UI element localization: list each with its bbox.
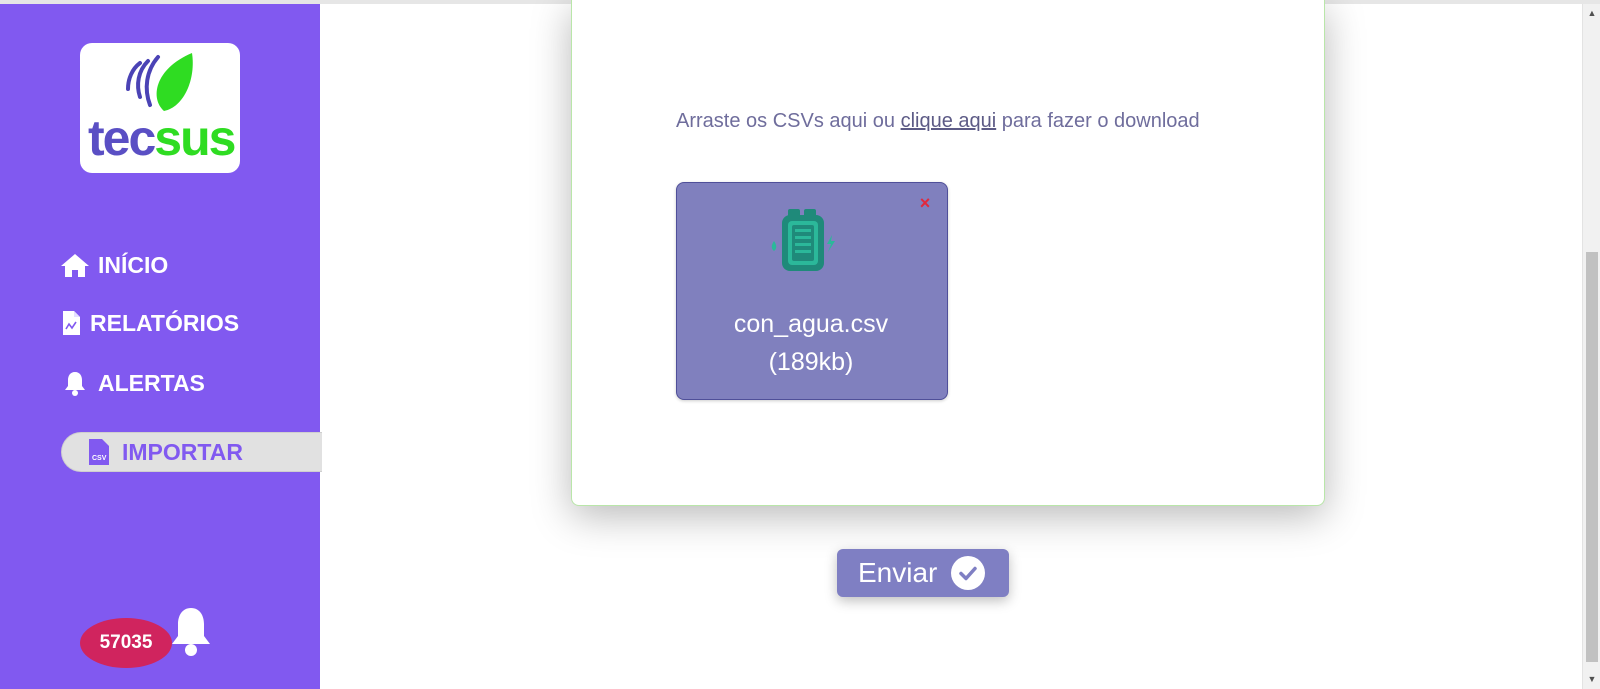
submit-button[interactable]: Enviar (837, 549, 1009, 597)
submit-label: Enviar (858, 557, 938, 588)
logo[interactable]: tecsus (80, 43, 240, 173)
bell-icon (60, 368, 90, 398)
report-file-icon (60, 308, 82, 338)
scrollbar-thumb[interactable] (1586, 252, 1598, 662)
remove-file-button[interactable]: × (914, 192, 936, 214)
nav-label: ALERTAS (98, 369, 205, 396)
nav-item-relatorios[interactable]: RELATÓRIOS (60, 308, 239, 338)
bell-icon[interactable] (168, 606, 214, 658)
check-circle-icon (951, 556, 985, 590)
logo-text-tec: tec (88, 110, 156, 166)
instruction-text: para fazer o download (996, 110, 1200, 132)
file-name: con_agua.csv (733, 310, 889, 338)
sidebar: tecsus INÍCIO RELATÓRIOS ALERTAS CSV IMP… (0, 4, 322, 689)
home-icon (60, 250, 90, 280)
csv-file-icon: CSV (88, 438, 112, 466)
click-here-link[interactable]: clique aqui (901, 110, 997, 132)
dropzone-instruction: Arraste os CSVs aqui ou clique aqui para… (676, 110, 1200, 133)
nav-item-importar[interactable]: CSV IMPORTAR (61, 432, 322, 472)
leaf-logo-icon (126, 53, 193, 111)
nav-item-alertas[interactable]: ALERTAS (60, 368, 205, 398)
vertical-scrollbar[interactable]: ▲ ▼ (1582, 4, 1600, 689)
svg-text:CSV: CSV (92, 455, 107, 462)
notification-count-badge[interactable]: 57035 (80, 618, 172, 668)
nav-item-inicio[interactable]: INÍCIO (60, 250, 168, 280)
logo-wordmark: tecsus (88, 110, 236, 166)
water-meter-icon (771, 209, 835, 271)
scroll-down-arrow-icon[interactable]: ▼ (1583, 672, 1600, 686)
logo-text-sus: sus (154, 110, 236, 166)
file-size: (189kb) (768, 348, 854, 376)
nav-label: INÍCIO (98, 251, 169, 278)
instruction-text: Arraste os CSVs aqui ou (676, 110, 901, 132)
nav-label: RELATÓRIOS (90, 309, 240, 336)
nav-label: IMPORTAR (122, 438, 243, 465)
scroll-up-arrow-icon[interactable]: ▲ (1583, 6, 1600, 20)
